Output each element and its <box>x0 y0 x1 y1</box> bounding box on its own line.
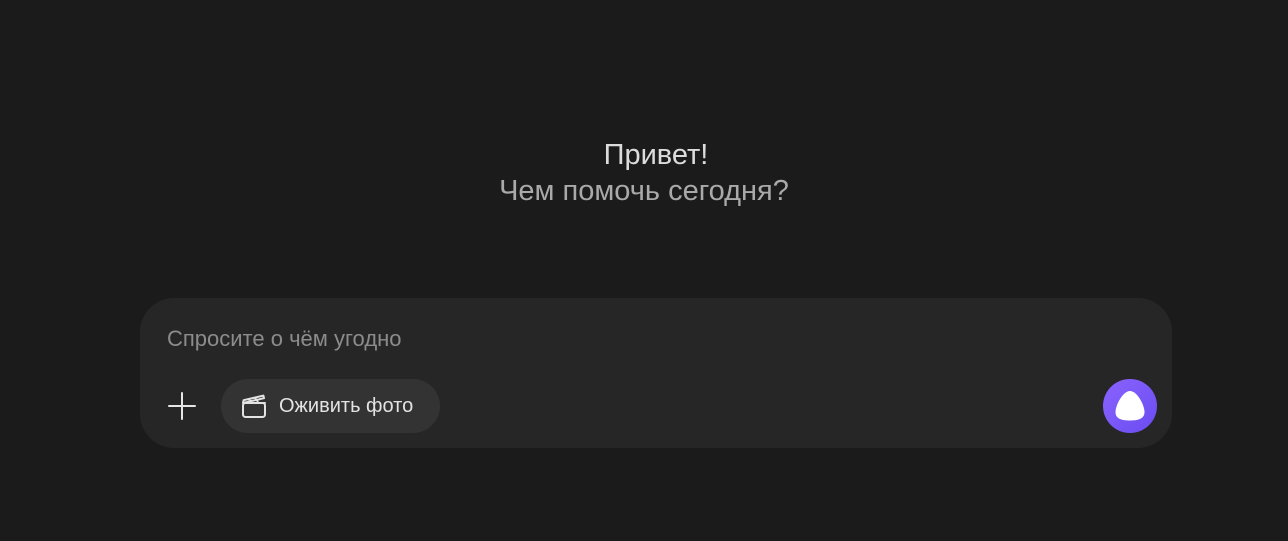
voice-assistant-button[interactable] <box>1103 379 1157 433</box>
page: Привет! Чем помочь сегодня? Спросите о ч… <box>0 0 1288 541</box>
animate-photo-button[interactable]: Оживить фото <box>221 379 440 433</box>
prompt-composer: Оживить фото <box>140 298 1172 448</box>
alice-icon <box>1103 379 1157 433</box>
add-button[interactable] <box>164 388 200 424</box>
clapperboard-icon <box>240 392 268 420</box>
greeting: Привет! Чем помочь сегодня? <box>0 137 1288 209</box>
greeting-title: Привет! <box>603 139 709 171</box>
animate-photo-label: Оживить фото <box>279 394 414 417</box>
plus-icon <box>167 391 197 421</box>
greeting-subtitle: Чем помочь сегодня? <box>499 175 789 207</box>
prompt-input[interactable] <box>167 320 1067 358</box>
